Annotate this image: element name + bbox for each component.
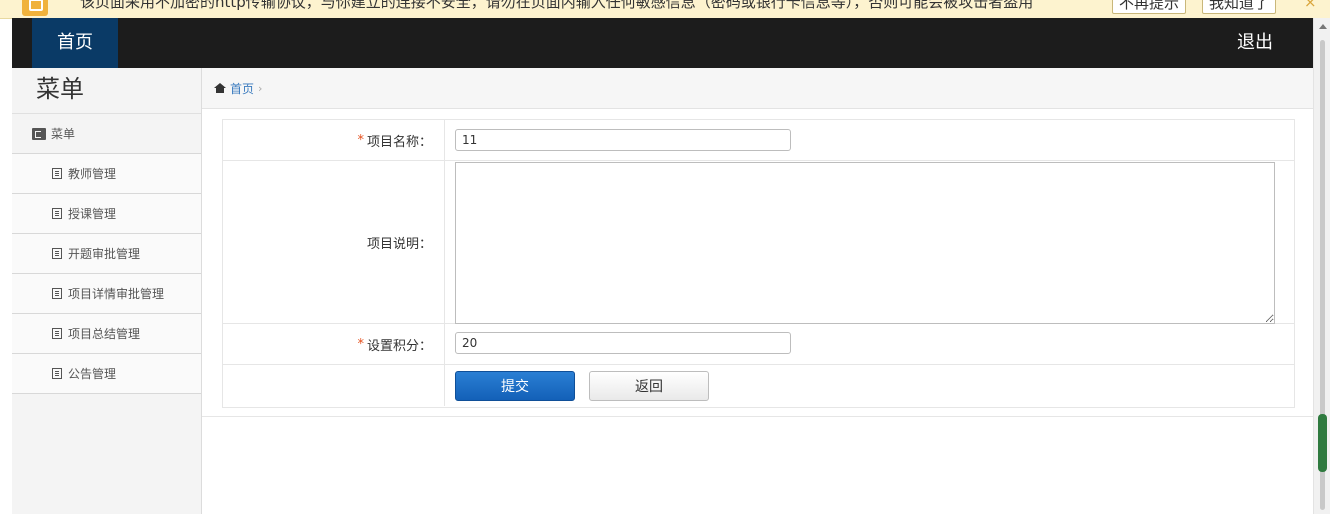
score-label: * 设置积分： bbox=[223, 324, 445, 364]
sidebar-item-label: 授课管理 bbox=[68, 207, 117, 221]
sidebar-item-label: 公告管理 bbox=[68, 367, 117, 381]
sidebar-section-label: 菜单 bbox=[51, 126, 76, 141]
list-icon bbox=[52, 328, 62, 339]
scroll-thumb[interactable] bbox=[1318, 414, 1327, 472]
sidebar-item-proposal-approval[interactable]: 开题审批管理 bbox=[12, 234, 201, 274]
form-row-name: * 项目名称： bbox=[223, 120, 1294, 161]
required-mark: * bbox=[357, 132, 364, 148]
sidebar-title: 菜单 bbox=[12, 68, 201, 114]
sidebar-item-label: 项目详情审批管理 bbox=[68, 287, 165, 301]
top-navbar: 首页 退出 bbox=[12, 18, 1313, 68]
sidebar-item-announcement[interactable]: 公告管理 bbox=[12, 354, 201, 394]
sidebar-item-label: 开题审批管理 bbox=[68, 247, 141, 261]
score-label-text: 设置积分： bbox=[366, 338, 432, 354]
book-icon bbox=[32, 127, 46, 140]
submit-button[interactable]: 提交 bbox=[455, 371, 575, 401]
breadcrumb: 首页 › bbox=[202, 68, 1313, 109]
sidebar-item-project-detail-approval[interactable]: 项目详情审批管理 bbox=[12, 274, 201, 314]
sidebar-item-project-summary[interactable]: 项目总结管理 bbox=[12, 314, 201, 354]
project-description-textarea[interactable] bbox=[455, 162, 1275, 324]
sidebar-item-label: 项目总结管理 bbox=[68, 327, 141, 341]
form-row-actions: 提交 返回 bbox=[223, 365, 1294, 406]
breadcrumb-home-link[interactable]: 首页 bbox=[230, 80, 254, 97]
home-icon bbox=[214, 82, 226, 94]
project-desc-label-text: 项目说明： bbox=[366, 236, 432, 252]
breadcrumb-separator: › bbox=[258, 81, 263, 95]
sidebar-item-label: 教师管理 bbox=[68, 167, 117, 181]
project-name-input[interactable] bbox=[455, 129, 791, 151]
scroll-up-arrow-icon[interactable] bbox=[1319, 24, 1327, 29]
form-row-description: 项目说明： bbox=[223, 161, 1294, 324]
close-icon[interactable]: × bbox=[1304, 0, 1317, 11]
project-desc-label: 项目说明： bbox=[223, 161, 445, 323]
project-form: * 项目名称： 项目说明： * 设置积分： 提交 返回 bbox=[222, 119, 1295, 408]
warning-shield-icon bbox=[22, 0, 48, 16]
sidebar-section-menu[interactable]: 菜单 bbox=[12, 114, 201, 154]
required-mark: * bbox=[357, 336, 364, 352]
list-icon bbox=[52, 168, 62, 179]
score-input[interactable] bbox=[455, 332, 791, 354]
security-warning-bar: 该页面采用不加密的http传输协议，与你建立的连接不安全，请勿在页面内输入任何敏… bbox=[0, 0, 1330, 19]
sidebar-item-teacher[interactable]: 教师管理 bbox=[12, 154, 201, 194]
main-content: 首页 › * 项目名称： 项目说明： * 设置积分： bbox=[202, 68, 1313, 514]
sidebar-item-teaching[interactable]: 授课管理 bbox=[12, 194, 201, 234]
vertical-scrollbar[interactable] bbox=[1313, 18, 1330, 514]
actions-label-cell bbox=[223, 365, 445, 406]
back-button[interactable]: 返回 bbox=[589, 371, 709, 401]
content-divider bbox=[202, 416, 1313, 417]
nav-home-tab[interactable]: 首页 bbox=[32, 18, 118, 68]
project-name-label-text: 项目名称： bbox=[366, 134, 432, 150]
sidebar: 菜单 菜单 教师管理 授课管理 开题审批管理 项目详情审批管理 项目总结管理 公… bbox=[12, 68, 202, 514]
list-icon bbox=[52, 288, 62, 299]
warning-text: 该页面采用不加密的http传输协议，与你建立的连接不安全，请勿在页面内输入任何敏… bbox=[80, 0, 1034, 11]
list-icon bbox=[52, 368, 62, 379]
list-icon bbox=[52, 248, 62, 259]
no-remind-button[interactable]: 不再提示 bbox=[1112, 0, 1187, 14]
form-row-score: * 设置积分： bbox=[223, 324, 1294, 365]
project-name-label: * 项目名称： bbox=[223, 120, 445, 160]
got-it-button[interactable]: 我知道了 bbox=[1202, 0, 1277, 14]
logout-link[interactable]: 退出 bbox=[1237, 18, 1273, 68]
list-icon bbox=[52, 208, 62, 219]
